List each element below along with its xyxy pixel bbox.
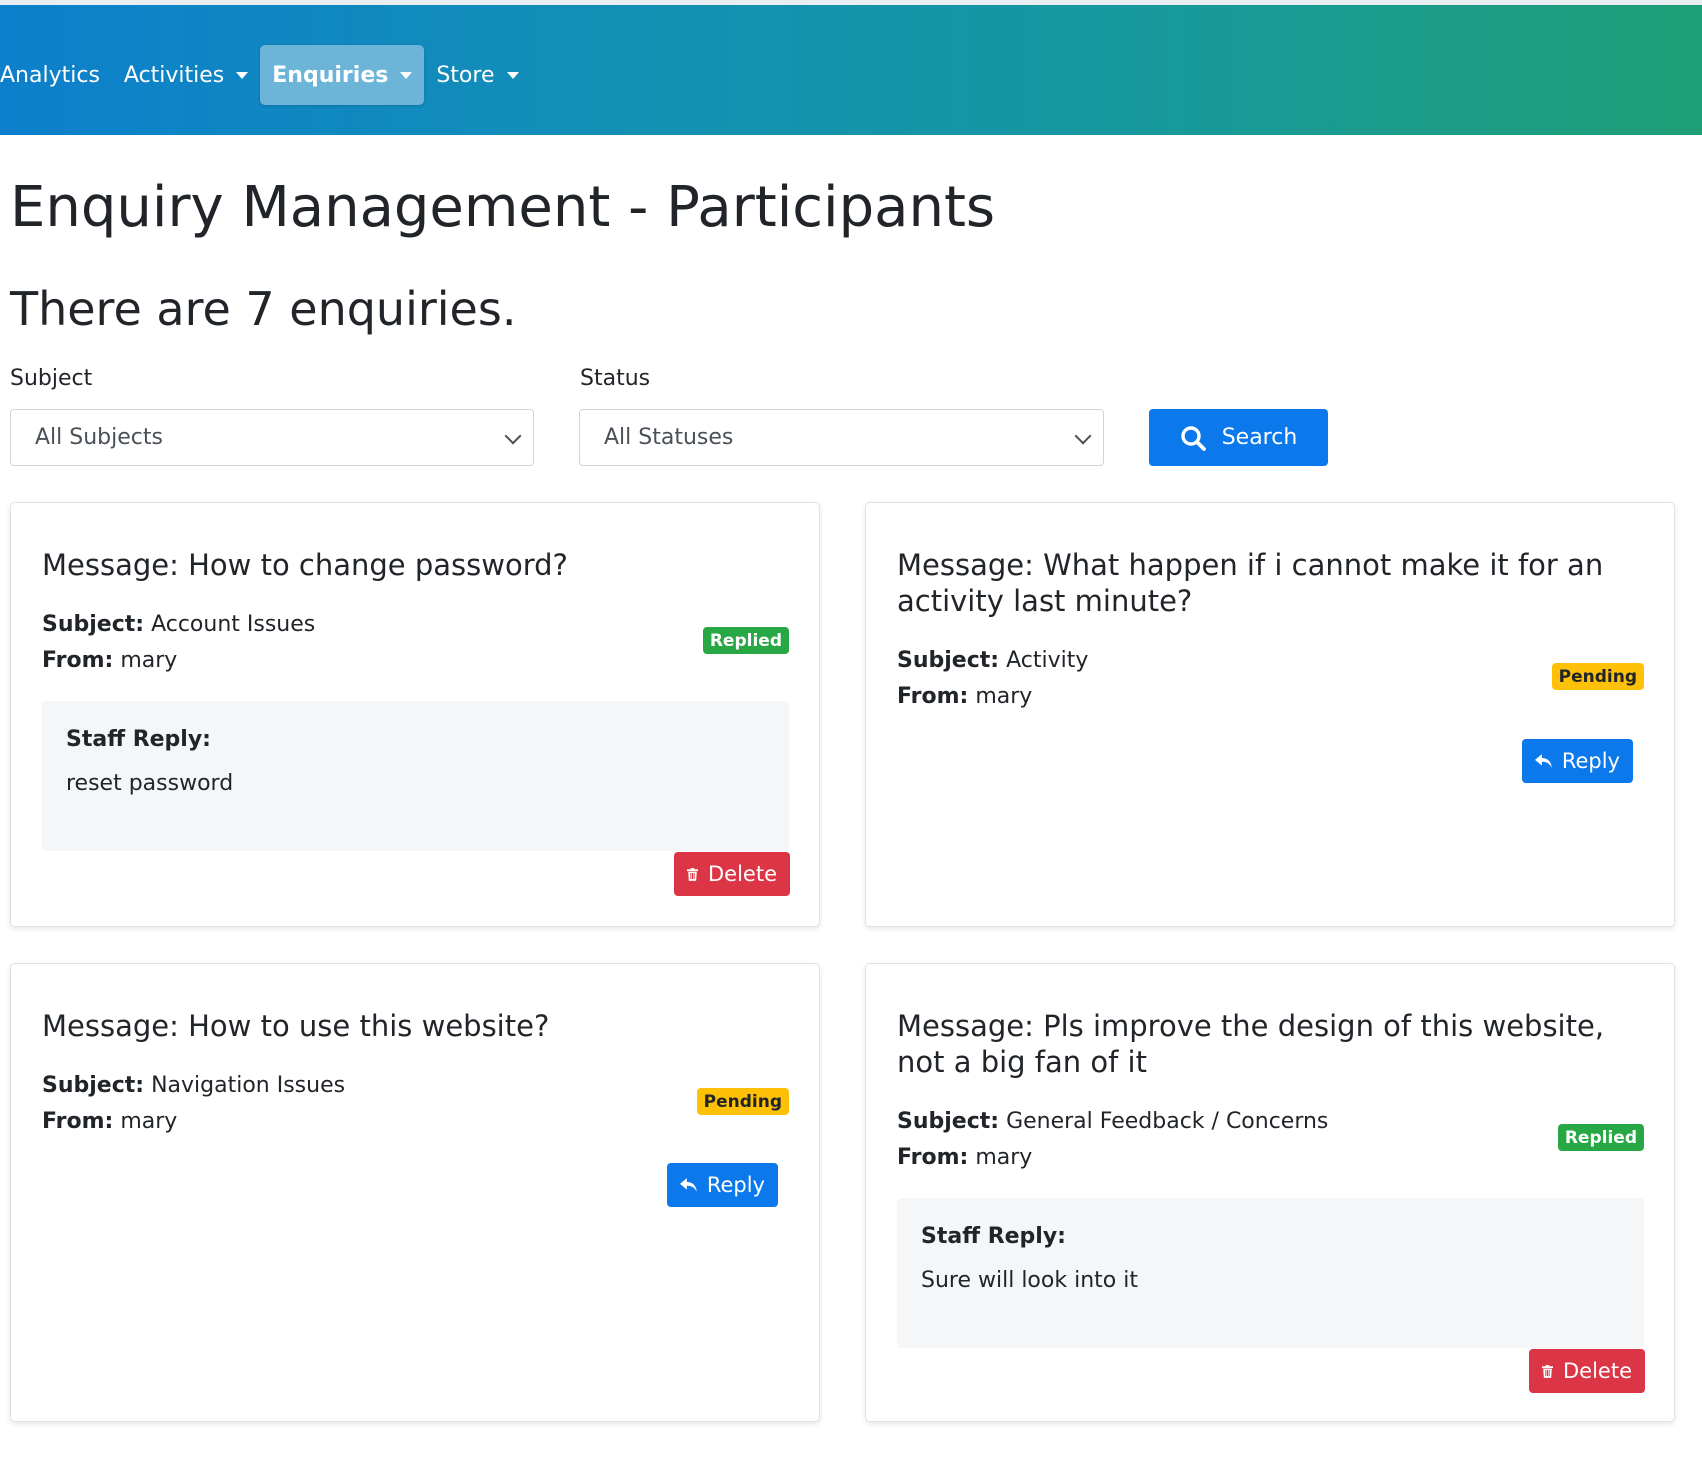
message-prefix: Message: [897,1009,1034,1043]
caret-down-icon [506,71,519,79]
subject-select[interactable]: All Subjects [10,409,534,466]
enquiry-card: Message: How to change password? Subject… [10,502,820,927]
search-button[interactable]: Search [1149,409,1328,466]
message-prefix: Message: [42,548,179,582]
status-filter-label: Status [580,366,651,391]
delete-button-label: Delete [708,862,777,886]
staff-reply-box: Staff Reply: Sure will look into it [897,1198,1644,1348]
from-text: mary [975,684,1033,709]
enquiry-subject: Subject: Navigation Issues [42,1068,345,1104]
from-prefix: From: [42,648,114,673]
nav-menu: Analytics Activities Enquiries Store [0,45,531,105]
reply-arrow-icon [680,1178,697,1192]
status-badge: Pending [1551,663,1644,690]
caret-down-icon [400,71,413,79]
status-select[interactable]: All Statuses [579,409,1104,466]
search-icon [1181,425,1206,451]
enquiry-card: Message: How to use this website? Subjec… [10,963,820,1422]
status-select-value: All Statuses [604,425,734,450]
subject-select-value: All Subjects [35,425,163,450]
enquiry-from: From: mary [42,643,177,679]
chevron-down-icon [504,427,522,445]
reply-button[interactable]: Reply [1522,739,1633,783]
status-badge: Replied [702,627,789,654]
subject-text: General Feedback / Concerns [1006,1109,1329,1134]
delete-button[interactable]: Delete [1529,1349,1645,1393]
subject-text: Activity [1006,648,1089,673]
from-text: mary [975,1145,1033,1170]
subject-prefix: Subject: [42,1073,145,1098]
enquiry-card: Message: What happen if i cannot make it… [865,502,1675,927]
enquiry-subject: Subject: Activity [897,643,1088,679]
enquiry-from: From: mary [42,1104,177,1140]
staff-reply-text: Sure will look into it [921,1268,1138,1293]
reply-button-label: Reply [1561,749,1620,773]
staff-reply-label: Staff Reply: [921,1224,1066,1249]
subject-text: Navigation Issues [151,1073,346,1098]
nav-item-label: Enquiries [272,62,389,88]
top-navbar: Analytics Activities Enquiries Store [0,0,1702,135]
staff-reply-label: Staff Reply: [66,727,211,752]
enquiry-message: Message: How to use this website? [42,1008,789,1044]
enquiry-subject: Subject: Account Issues [42,607,315,643]
trash-icon [687,867,698,881]
nav-item-activities[interactable]: Activities [112,45,260,105]
nav-item-analytics[interactable]: Analytics [0,45,112,105]
nav-item-label: Store [436,62,495,88]
staff-reply-text: reset password [66,771,234,796]
reply-arrow-icon [1535,754,1552,768]
caret-down-icon [236,71,249,79]
subject-filter-label: Subject [10,366,93,391]
enquiry-card: Message: Pls improve the design of this … [865,963,1675,1422]
staff-reply-box: Staff Reply: reset password [42,701,789,851]
nav-item-store[interactable]: Store [424,45,530,105]
subject-prefix: Subject: [897,1109,1000,1134]
nav-item-label: Activities [123,62,225,88]
from-prefix: From: [897,1145,969,1170]
trash-icon [1542,1364,1553,1378]
subject-text: Account Issues [151,612,316,637]
from-text: mary [120,1109,178,1134]
enquiry-from: From: mary [897,1140,1032,1176]
subject-prefix: Subject: [897,648,1000,673]
enquiry-message: Message: Pls improve the design of this … [897,1008,1644,1080]
reply-button-label: Reply [706,1173,765,1197]
nav-item-label: Analytics [0,62,100,88]
nav-item-enquiries[interactable]: Enquiries [260,45,425,105]
subject-prefix: Subject: [42,612,145,637]
status-badge: Replied [1557,1124,1644,1151]
page-title: Enquiry Management - Participants [10,175,996,240]
enquiry-count: There are 7 enquiries. [10,282,517,336]
enquiry-from: From: mary [897,679,1032,715]
chevron-down-icon [1074,427,1092,445]
delete-button-label: Delete [1563,1359,1632,1383]
from-prefix: From: [897,684,969,709]
delete-button[interactable]: Delete [674,852,790,896]
search-button-label: Search [1221,425,1298,450]
message-text: How to change password? [188,548,568,582]
enquiry-subject: Subject: General Feedback / Concerns [897,1104,1328,1140]
message-prefix: Message: [897,548,1034,582]
from-text: mary [120,648,178,673]
message-text: How to use this website? [188,1009,550,1043]
status-badge: Pending [696,1088,789,1115]
enquiry-message: Message: How to change password? [42,547,789,583]
from-prefix: From: [42,1109,114,1134]
message-prefix: Message: [42,1009,179,1043]
enquiry-message: Message: What happen if i cannot make it… [897,547,1644,619]
reply-button[interactable]: Reply [667,1163,778,1207]
